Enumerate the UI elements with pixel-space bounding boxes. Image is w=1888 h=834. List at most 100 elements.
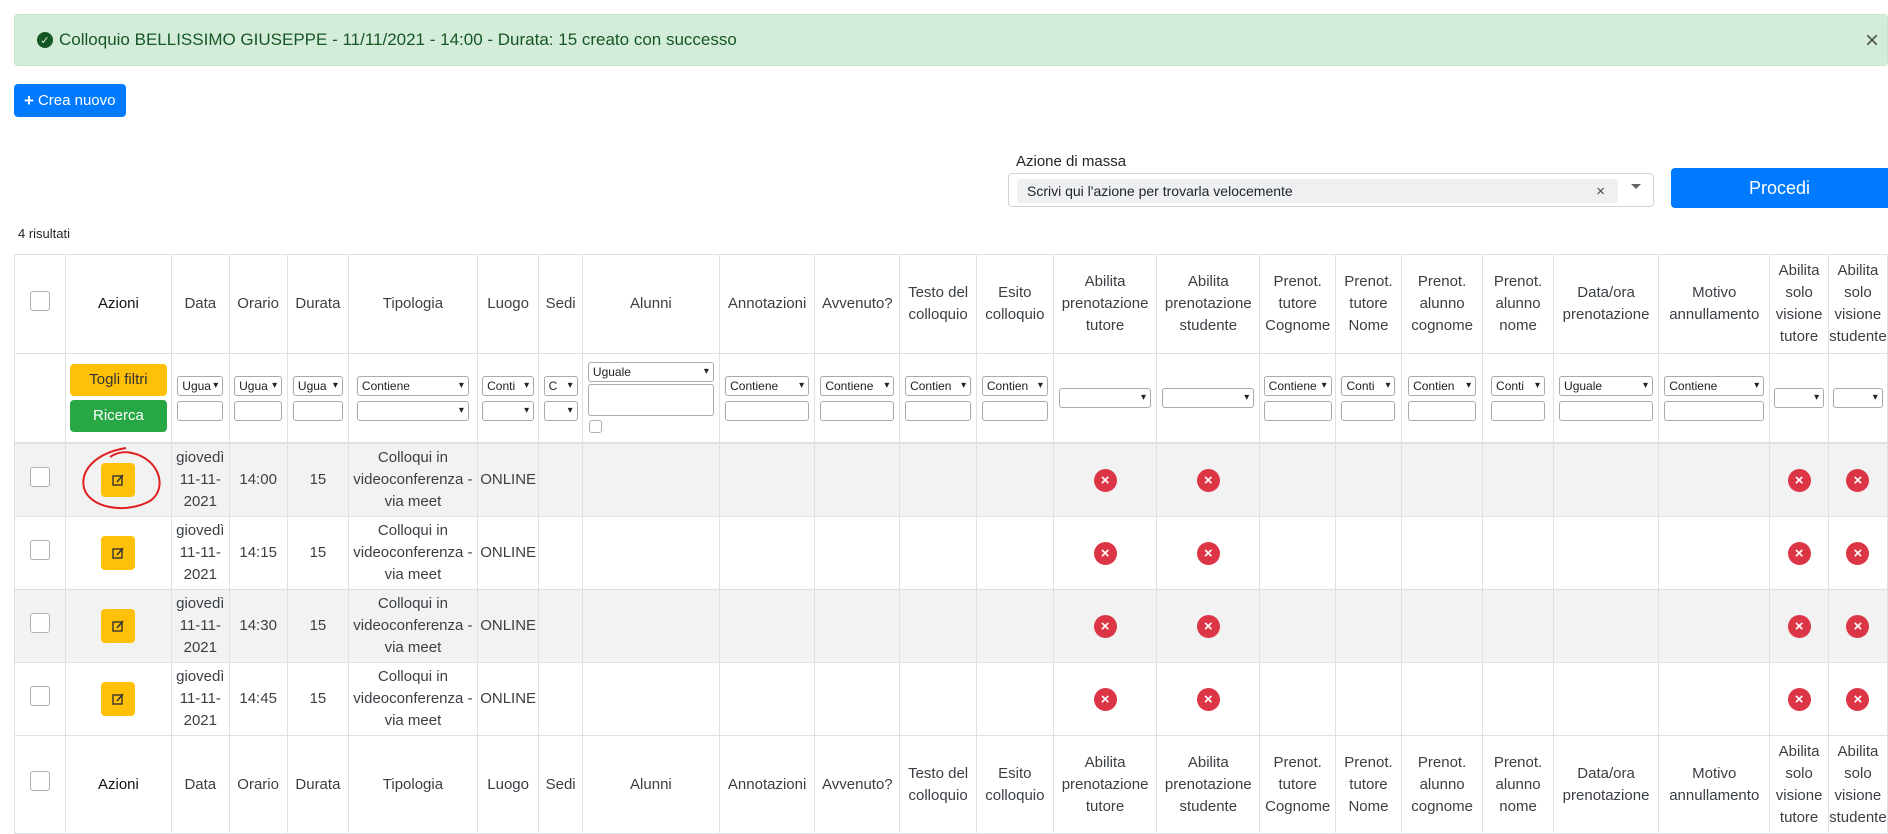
mass-action-label: Azione di massa <box>1016 153 1127 170</box>
col-data[interactable]: Data <box>171 254 230 354</box>
filter-tipologia-select[interactable]: Contiene ▾ <box>356 375 469 396</box>
col-testo[interactable]: Testo del colloquio <box>899 254 977 354</box>
filter-esito-select[interactable]: Contien ▾ <box>981 375 1048 396</box>
col-pren-tutore-nome[interactable]: Prenot. tutore Nome <box>1334 254 1403 354</box>
filter-avvenuto-select[interactable]: Contiene ▾ <box>820 375 895 396</box>
filter-data-ora-select[interactable]: Uguale ▾ <box>1559 375 1654 396</box>
filter-motivo-select[interactable]: Contiene ▾ <box>1664 375 1765 396</box>
filter-data-input[interactable] <box>177 400 224 421</box>
col-sedi[interactable]: Sedi <box>538 254 583 354</box>
filter-alunno-cognome-input[interactable] <box>1408 400 1477 421</box>
mass-action-select[interactable]: Scrivi qui l'azione per trovarla velocem… <box>1008 173 1654 207</box>
filter-abilita-studente-select[interactable]: ▾ <box>1162 388 1255 408</box>
filter-tutore-cognome-input[interactable] <box>1263 400 1332 421</box>
filter-alunni-checkbox[interactable] <box>588 420 602 433</box>
search-button[interactable]: Ricerca <box>69 400 167 432</box>
filter-alunno-nome-input[interactable] <box>1491 400 1546 421</box>
row-checkbox[interactable] <box>29 539 50 560</box>
x-circle-icon: × <box>1093 541 1117 565</box>
cell-pren-tutore-nome <box>1334 442 1403 517</box>
col-tipologia[interactable]: Tipologia <box>348 254 478 354</box>
filter-orario-input[interactable] <box>234 400 283 421</box>
filter-alunni-input[interactable] <box>587 384 714 416</box>
filter-luogo-value[interactable]: ▾ <box>482 400 535 421</box>
row-checkbox[interactable] <box>29 685 50 706</box>
cell-annotazioni <box>719 589 816 663</box>
filter-motivo-input[interactable] <box>1664 400 1765 421</box>
filter-annotazioni-select[interactable]: Contiene ▾ <box>725 375 810 396</box>
col-esito[interactable]: Esito colloquio <box>975 254 1054 354</box>
select-all-checkbox-footer[interactable] <box>29 771 50 791</box>
cell-alunni <box>581 442 721 517</box>
filter-luogo-select[interactable]: Conti ▾ <box>482 375 535 396</box>
proceed-button[interactable]: Procedi <box>1671 168 1888 208</box>
cell-alunni <box>581 589 721 663</box>
table-row: giovedì 11-11-2021 14:30 15 Colloqui in vid… <box>14 589 1888 663</box>
row-checkbox[interactable] <box>29 612 50 633</box>
cell-abilita-pren-tutore: × <box>1052 662 1158 736</box>
cell-durata: 15 <box>286 589 350 663</box>
filter-esito-input[interactable] <box>981 400 1048 421</box>
filter-alunno-cognome-select[interactable]: Contien ▾ <box>1408 375 1477 396</box>
select-all-checkbox[interactable] <box>29 290 50 311</box>
edit-icon[interactable] <box>101 536 136 570</box>
col-pren-alunno-cognome[interactable]: Prenot. alunno cognome <box>1401 254 1484 354</box>
col-luogo[interactable]: Luogo <box>476 254 540 354</box>
edit-icon[interactable] <box>101 609 136 643</box>
x-circle-icon: × <box>1196 468 1220 492</box>
col-alunni[interactable]: Alunni <box>581 254 721 354</box>
col-abilita-pren-studente[interactable]: Abilita prenotazione studente <box>1156 254 1261 354</box>
clear-icon[interactable]: × <box>1596 183 1605 200</box>
foot-alunni: Alunni <box>581 735 721 834</box>
filter-tutore-cognome-select[interactable]: Contiene ▾ <box>1263 375 1332 396</box>
filter-orario-select[interactable]: Ugua ▾ <box>234 375 283 396</box>
col-solo-visione-tutore[interactable]: Abilita solo visione tutore <box>1769 254 1829 354</box>
filter-tutore-nome-select[interactable]: Conti ▾ <box>1341 375 1396 396</box>
col-motivo-annullamento[interactable]: Motivo annullamento <box>1658 254 1771 354</box>
col-durata[interactable]: Durata <box>286 254 350 354</box>
col-orario[interactable]: Orario <box>228 254 288 354</box>
cell-luogo: ONLINE <box>476 662 540 736</box>
filter-durata-select[interactable]: Ugua ▾ <box>292 375 343 396</box>
close-icon[interactable]: × <box>1865 27 1879 55</box>
edit-icon[interactable] <box>101 682 136 716</box>
filter-visione-studente-select[interactable]: ▾ <box>1832 388 1883 408</box>
col-abilita-pren-tutore[interactable]: Abilita prenotazione tutore <box>1052 254 1158 354</box>
col-avvenuto[interactable]: Avvenuto? <box>814 254 901 354</box>
filter-alunno-nome-select[interactable]: Conti ▾ <box>1491 375 1546 396</box>
row-checkbox-cell <box>14 662 66 736</box>
col-pren-tutore-cognome[interactable]: Prenot. tutore Cognome <box>1259 254 1336 354</box>
clear-filters-button[interactable]: Togli filtri <box>69 364 167 396</box>
filter-visione-tutore-select[interactable]: ▾ <box>1774 388 1825 408</box>
foot-annotazioni: Annotazioni <box>719 735 816 834</box>
filter-alunni-select[interactable]: Uguale ▾ <box>587 362 714 382</box>
filter-data-select[interactable]: Ugua ▾ <box>177 375 224 396</box>
chevron-down-icon[interactable] <box>1631 184 1641 189</box>
filter-annotazioni-input[interactable] <box>725 400 810 421</box>
filter-tipologia-value[interactable]: ▾ <box>356 400 469 421</box>
col-data-ora-prenotazione[interactable]: Data/ora prenotazione <box>1552 254 1660 354</box>
filter-tutore-nome-input[interactable] <box>1341 400 1396 421</box>
col-solo-visione-studente[interactable]: Abilita solo visione studente <box>1827 254 1888 354</box>
filter-avvenuto-input[interactable] <box>820 400 895 421</box>
cell-abilita-pren-tutore: × <box>1052 516 1158 590</box>
filter-durata-input[interactable] <box>292 400 343 421</box>
cell-esito <box>975 662 1054 736</box>
filter-data-ora-input[interactable] <box>1559 400 1654 421</box>
col-annotazioni[interactable]: Annotazioni <box>719 254 816 354</box>
row-checkbox[interactable] <box>29 466 50 487</box>
cell-pren-alunno-cognome <box>1401 589 1484 663</box>
cell-annotazioni <box>719 662 816 736</box>
filter-testo-select[interactable]: Contien ▾ <box>905 375 972 396</box>
cell-motivo <box>1658 442 1771 517</box>
cell-esito <box>975 516 1054 590</box>
alert-message: Colloquio BELLISSIMO GIUSEPPE - 11/11/20… <box>59 30 737 49</box>
x-circle-icon: × <box>1787 541 1811 565</box>
filter-sedi-value[interactable]: ▾ <box>543 400 578 421</box>
col-pren-alunno-nome[interactable]: Prenot. alunno nome <box>1482 254 1554 354</box>
cell-data-ora <box>1552 516 1660 590</box>
filter-testo-input[interactable] <box>905 400 972 421</box>
filter-sedi-select[interactable]: C ▾ <box>543 375 578 396</box>
create-new-button[interactable]: + Crea nuovo <box>14 84 126 117</box>
filter-abilita-tutore-select[interactable]: ▾ <box>1059 388 1152 408</box>
